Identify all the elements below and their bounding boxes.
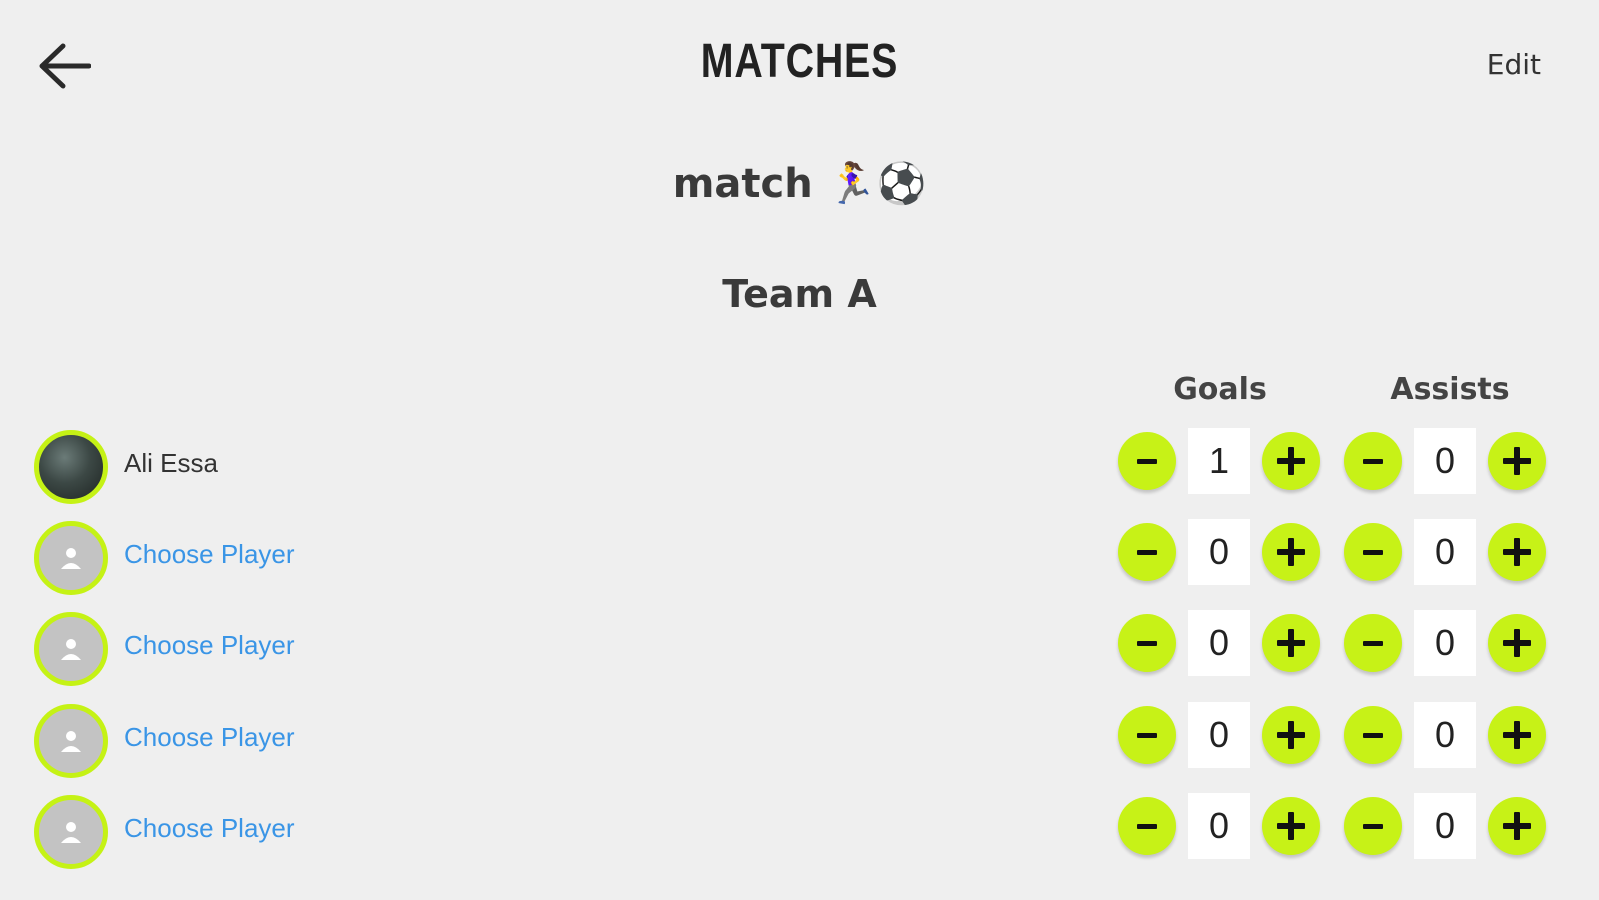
minus-icon [1363,458,1383,464]
plus-icon [1277,721,1305,749]
avatar[interactable] [34,795,108,869]
minus-icon [1137,549,1157,555]
assists-increment-button[interactable] [1488,797,1546,855]
plus-icon [1503,629,1531,657]
team-name: Team A [722,272,877,316]
plus-icon [1503,538,1531,566]
plus-icon [1277,447,1305,475]
assists-increment-button[interactable] [1488,614,1546,672]
plus-icon [1503,447,1531,475]
match-name: match 🏃‍♀️⚽ [672,161,927,207]
assists-decrement-button[interactable] [1344,797,1402,855]
goals-column-header: Goals [1173,372,1267,407]
goals-increment-button[interactable] [1262,797,1320,855]
person-placeholder-icon [61,822,81,843]
assists-decrement-button[interactable] [1344,706,1402,764]
avatar[interactable] [34,430,108,504]
goals-value: 1 [1188,428,1250,494]
assists-decrement-button[interactable] [1344,523,1402,581]
player-row: Choose Player 0 0 [0,702,1599,782]
goals-value: 0 [1188,519,1250,585]
plus-icon [1277,812,1305,840]
minus-icon [1137,640,1157,646]
person-placeholder-icon [61,731,81,752]
minus-icon [1363,823,1383,829]
assists-increment-button[interactable] [1488,706,1546,764]
choose-player-link[interactable]: Choose Player [124,722,295,753]
person-placeholder-icon [61,639,81,660]
avatar[interactable] [34,704,108,778]
minus-icon [1363,549,1383,555]
player-row: Choose Player 0 0 [0,610,1599,690]
plus-icon [1503,812,1531,840]
goals-decrement-button[interactable] [1118,706,1176,764]
assists-increment-button[interactable] [1488,432,1546,490]
plus-icon [1503,721,1531,749]
avatar[interactable] [34,521,108,595]
goals-increment-button[interactable] [1262,523,1320,581]
goals-decrement-button[interactable] [1118,523,1176,581]
assists-value: 0 [1414,793,1476,859]
goals-decrement-button[interactable] [1118,614,1176,672]
assists-value: 0 [1414,519,1476,585]
player-name[interactable]: Ali Essa [124,448,218,479]
goals-decrement-button[interactable] [1118,432,1176,490]
choose-player-link[interactable]: Choose Player [124,539,295,570]
assists-value: 0 [1414,610,1476,676]
goals-increment-button[interactable] [1262,614,1320,672]
player-row: Choose Player 0 0 [0,519,1599,599]
player-row: Ali Essa 1 0 [0,428,1599,508]
assists-decrement-button[interactable] [1344,614,1402,672]
arrow-left-icon [39,43,91,89]
minus-icon [1137,823,1157,829]
edit-button[interactable]: Edit [1487,48,1541,81]
goals-decrement-button[interactable] [1118,797,1176,855]
goals-increment-button[interactable] [1262,706,1320,764]
goals-value: 0 [1188,793,1250,859]
player-row: Choose Player 0 0 [0,793,1599,873]
page-title: MATCHES [700,35,899,88]
plus-icon [1277,538,1305,566]
minus-icon [1363,732,1383,738]
minus-icon [1137,732,1157,738]
plus-icon [1277,629,1305,657]
goals-value: 0 [1188,610,1250,676]
minus-icon [1363,640,1383,646]
assists-increment-button[interactable] [1488,523,1546,581]
assists-column-header: Assists [1390,372,1510,407]
assists-decrement-button[interactable] [1344,432,1402,490]
goals-value: 0 [1188,702,1250,768]
goals-increment-button[interactable] [1262,432,1320,490]
assists-value: 0 [1414,702,1476,768]
choose-player-link[interactable]: Choose Player [124,813,295,844]
back-button[interactable] [36,38,92,94]
choose-player-link[interactable]: Choose Player [124,630,295,661]
avatar[interactable] [34,612,108,686]
assists-value: 0 [1414,428,1476,494]
minus-icon [1137,458,1157,464]
person-placeholder-icon [61,548,81,569]
